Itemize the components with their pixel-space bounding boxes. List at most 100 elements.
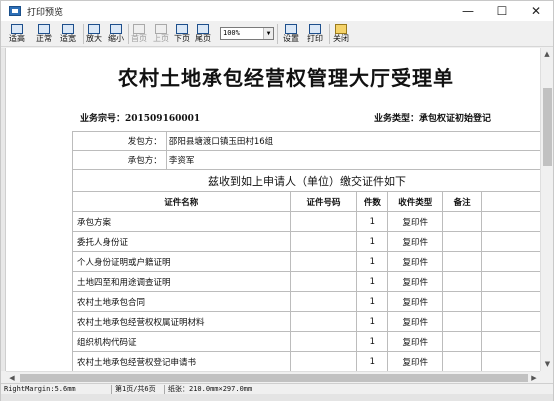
- app-icon: [9, 6, 21, 16]
- fit-width-button[interactable]: 适宽: [60, 23, 76, 45]
- normal-size-button[interactable]: 正常: [36, 23, 52, 45]
- doc-number: [290, 232, 358, 252]
- doc-extra: [482, 332, 540, 352]
- scroll-down-icon[interactable]: ▼: [541, 358, 554, 371]
- maximize-button[interactable]: ☐: [485, 1, 519, 21]
- doc-extra: [482, 212, 540, 232]
- next-page-icon: [176, 24, 188, 34]
- doc-number: [290, 252, 358, 272]
- vertical-scroll-thumb[interactable]: [543, 88, 552, 166]
- close-button[interactable]: ✕: [519, 1, 553, 21]
- acknowledgement-text: 兹收到如上申请人（单位）缴交证件如下: [73, 170, 540, 192]
- title-bar[interactable]: 打印预览 — ☐ ✕: [1, 1, 553, 21]
- table-row: 组织机构代码证 1 复印件: [73, 332, 540, 352]
- header-count: 件数: [357, 192, 389, 212]
- prev-page-button[interactable]: 上页: [153, 23, 169, 45]
- doc-extra: [482, 272, 540, 292]
- doc-count: 1: [357, 232, 389, 252]
- doc-note: [443, 212, 483, 232]
- doc-extra: [482, 312, 540, 332]
- doc-type: 复印件: [388, 212, 444, 232]
- last-page-label: 尾页: [195, 34, 211, 43]
- doc-type: 复印件: [388, 352, 444, 371]
- doc-name: 组织机构代码证: [73, 332, 291, 352]
- table-row: 农村土地承包经营权权属证明材料 1 复印件: [73, 312, 540, 332]
- toolbar-separator: [128, 24, 129, 44]
- fit-height-button[interactable]: 适高: [9, 23, 25, 45]
- doc-type: 复印件: [388, 272, 444, 292]
- scrollbar-corner: [540, 371, 553, 383]
- doc-name: 个人身份证明或户籍证明: [73, 252, 291, 272]
- first-page-label: 首页: [131, 34, 147, 43]
- doc-note: [443, 252, 483, 272]
- doc-number: [290, 332, 358, 352]
- zoom-out-icon: [110, 24, 122, 34]
- doc-note: [443, 272, 483, 292]
- settings-icon: [285, 24, 297, 34]
- toolbar-separator: [277, 24, 278, 44]
- print-preview-window: 打印预览 — ☐ ✕ 适高 正常 适宽 放大 缩小 首页 上页 下页 尾页 设置…: [0, 0, 554, 401]
- doc-extra: [482, 352, 540, 371]
- zoom-out-button[interactable]: 缩小: [108, 23, 124, 45]
- header-receipt-type: 收件类型: [388, 192, 444, 212]
- doc-number: [290, 212, 358, 232]
- close-preview-button[interactable]: 关闭: [333, 23, 349, 45]
- first-page-button[interactable]: 首页: [131, 23, 147, 45]
- prev-page-icon: [155, 24, 167, 34]
- doc-count: 1: [357, 352, 389, 371]
- contractor-row: 承包方： 李资军: [73, 151, 540, 170]
- zoom-out-label: 缩小: [108, 34, 124, 43]
- header-extra: [482, 192, 540, 212]
- settings-label: 设置: [283, 34, 299, 43]
- scroll-up-icon[interactable]: ▲: [541, 48, 553, 61]
- print-button[interactable]: 打印: [307, 23, 323, 45]
- minimize-button[interactable]: —: [451, 1, 485, 21]
- contractor-label: 承包方：: [73, 151, 167, 170]
- header-doc-number: 证件号码: [290, 192, 358, 212]
- zoom-in-button[interactable]: 放大: [86, 23, 102, 45]
- window-title: 打印预览: [27, 7, 64, 18]
- preview-page: 农村土地承包经营权管理大厅受理单 业务宗号：201509160001 业务类型：…: [6, 48, 540, 371]
- zoom-in-label: 放大: [86, 34, 102, 43]
- doc-count: 1: [357, 292, 389, 312]
- background-window-strip: [1, 394, 553, 401]
- issuer-value: 邵阳县塘渡口镇玉田村16组: [166, 132, 540, 151]
- contractor-value: 李资军: [166, 151, 540, 170]
- doc-count: 1: [357, 332, 389, 352]
- table-row: 承包方案 1 复印件: [73, 212, 540, 232]
- doc-count: 1: [357, 272, 389, 292]
- vertical-scrollbar[interactable]: ▲ ▼: [540, 48, 553, 371]
- chevron-down-icon[interactable]: ▼: [263, 28, 273, 39]
- doc-name: 土地四至和用途调查证明: [73, 272, 291, 292]
- normal-size-label: 正常: [36, 34, 52, 43]
- doc-name: 农村土地承包经营权登记申请书: [73, 352, 291, 371]
- table-row: 农村土地承包经营权登记申请书 1 复印件: [73, 352, 540, 371]
- settings-button[interactable]: 设置: [283, 23, 299, 45]
- doc-name: 农村土地承包合同: [73, 292, 291, 312]
- doc-type: 复印件: [388, 332, 444, 352]
- status-separator: [111, 385, 112, 394]
- horizontal-scrollbar[interactable]: ◀ ▶: [6, 371, 540, 383]
- doc-extra: [482, 292, 540, 312]
- horizontal-scroll-thumb[interactable]: [20, 374, 528, 382]
- doc-type: 复印件: [388, 292, 444, 312]
- doc-count: 1: [357, 212, 389, 232]
- doc-extra: [482, 252, 540, 272]
- doc-number: [291, 352, 358, 371]
- table-row: 土地四至和用途调查证明 1 复印件: [73, 272, 540, 292]
- normal-size-icon: [38, 24, 50, 34]
- doc-name: 农村土地承包经营权权属证明材料: [73, 312, 291, 332]
- case-number: 业务宗号：201509160001: [80, 114, 201, 124]
- toolbar-separator: [83, 24, 84, 44]
- doc-note: [443, 312, 483, 332]
- next-page-button[interactable]: 下页: [174, 23, 190, 45]
- doc-extra: [482, 232, 540, 252]
- status-bar: RightMargin:5.6mm 第1页/共6页 纸张：210.0mm×297…: [1, 383, 553, 394]
- fit-height-icon: [11, 24, 23, 34]
- zoom-select[interactable]: 100% ▼: [220, 27, 274, 40]
- last-page-button[interactable]: 尾页: [195, 23, 211, 45]
- toolbar: 适高 正常 适宽 放大 缩小 首页 上页 下页 尾页 设置 打印 关闭: [1, 21, 553, 47]
- doc-count: 1: [357, 312, 389, 332]
- doc-number: [290, 312, 358, 332]
- header-doc-name: 证件名称: [73, 192, 291, 212]
